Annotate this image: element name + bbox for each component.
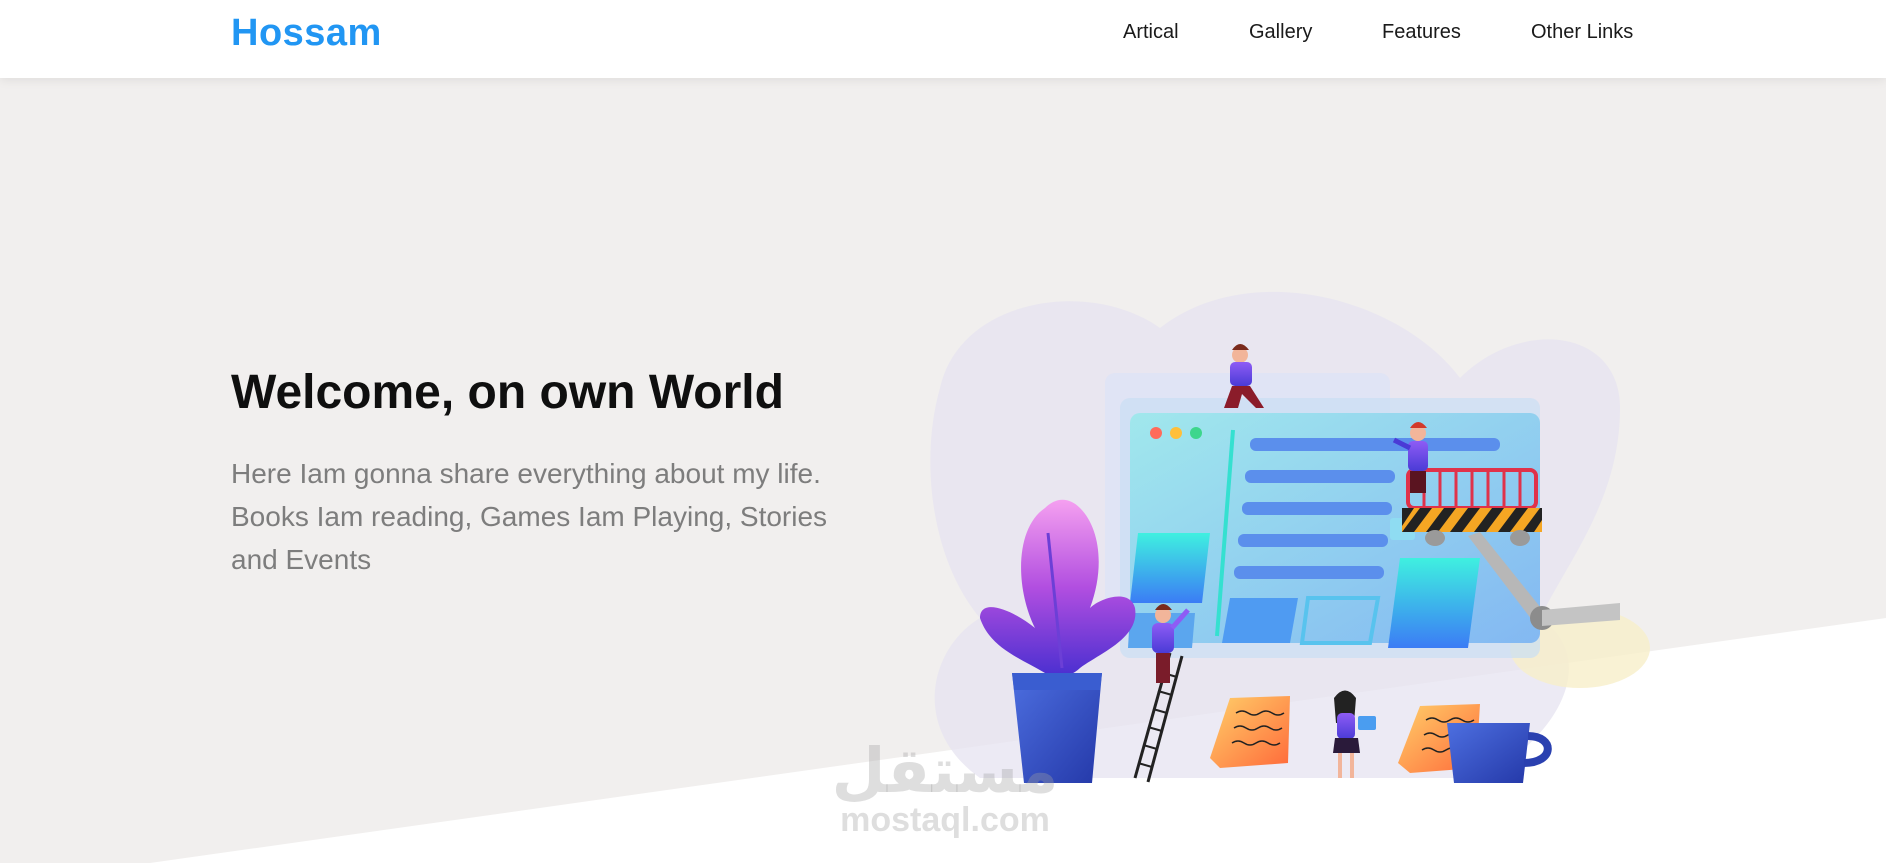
nav-link-features[interactable]: Features [1382,21,1461,44]
nav-link-artical[interactable]: Artical [1123,21,1179,44]
nav-link-other-links[interactable]: Other Links [1531,21,1633,44]
mostaql-watermark: مستقل mostaql.com [820,734,1070,839]
watermark-arabic-text: مستقل [831,734,1059,807]
watermark-latin-text: mostaql.com [840,801,1050,839]
hero-description: Here Iam gonna share everything about my… [231,458,828,575]
nav-link-gallery[interactable]: Gallery [1249,21,1312,44]
hero-title: Welcome, on own World [231,366,784,419]
hero-illustration [930,291,1650,783]
brand-logo[interactable]: Hossam [231,12,382,55]
site-header: Hossam Artical Gallery Features Other Li… [0,0,1886,78]
